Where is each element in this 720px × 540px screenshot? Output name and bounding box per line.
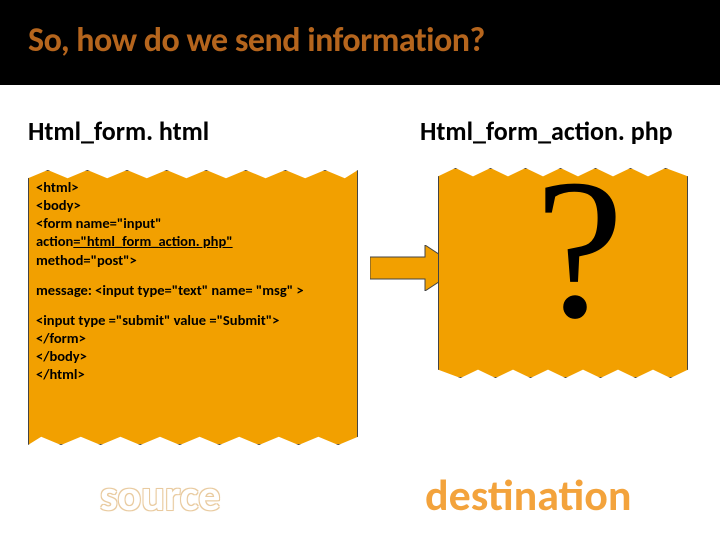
source-label: source <box>100 468 220 522</box>
left-file-label: Html_form. html <box>28 115 209 147</box>
code-line: <input type ="submit" value ="Submit"> <box>36 311 354 329</box>
destination-label: destination <box>425 468 632 522</box>
code-line: action="html_form_action. php" <box>36 232 354 250</box>
code-line: <form name="input" <box>36 214 354 232</box>
question-mark: ? <box>535 150 624 350</box>
code-underline: ="html_form_action. php" <box>73 232 232 250</box>
slide-title: So, how do we send information? <box>28 20 485 61</box>
code-line: <html> <box>36 178 354 196</box>
code-line: method="post"> <box>36 251 354 269</box>
slide: So, how do we send information? Html_for… <box>0 0 720 540</box>
code-line: </html> <box>36 365 354 383</box>
code-line: </body> <box>36 347 354 365</box>
code-line: message: <input type="text" name= "msg" … <box>36 281 354 299</box>
code-content: <html> <body> <form name="input" action=… <box>36 178 354 395</box>
code-text: action <box>36 232 73 250</box>
code-line: <body> <box>36 196 354 214</box>
code-line: </form> <box>36 329 354 347</box>
